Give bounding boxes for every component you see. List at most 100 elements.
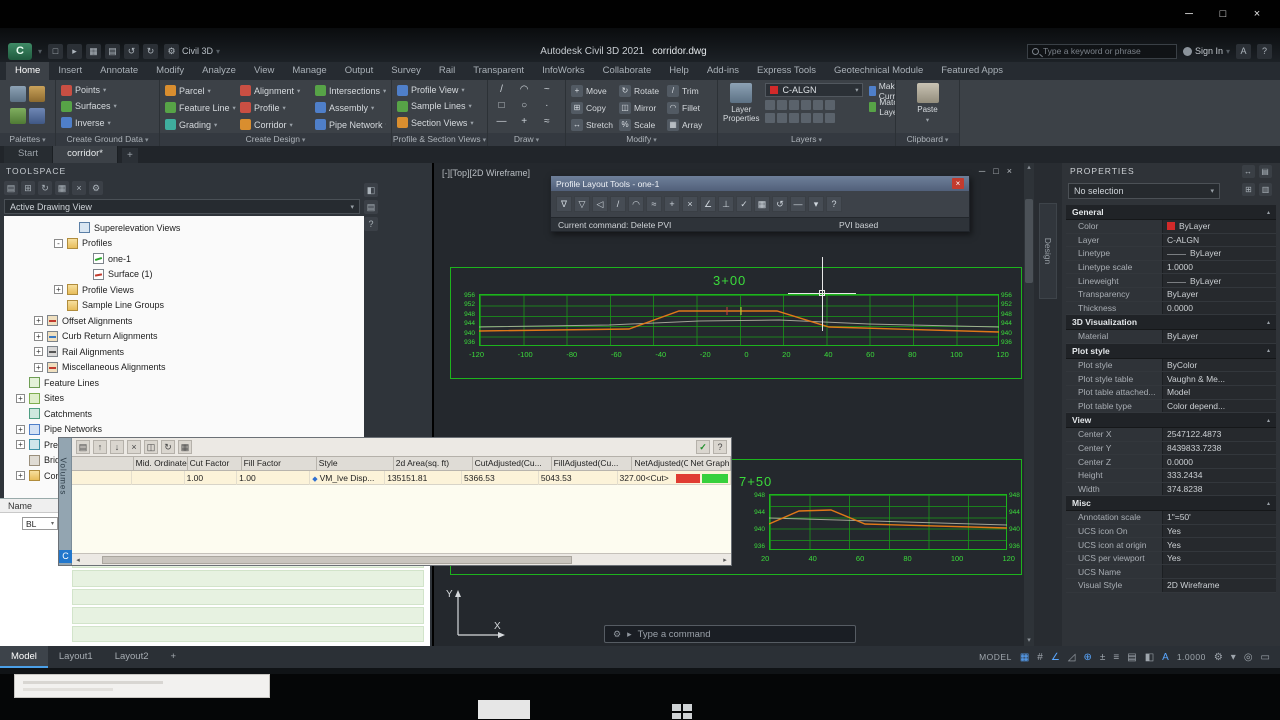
tree-expander[interactable]: +	[16, 471, 25, 481]
draw-tool-icon[interactable]: ◠	[516, 83, 533, 97]
property-row[interactable]: Transparency ByLayer	[1066, 287, 1276, 302]
layout-tool-icon[interactable]: +	[664, 196, 680, 212]
ribbon-button[interactable]: Corridor ▾	[240, 117, 311, 132]
property-row[interactable]: Material ByLayer	[1066, 330, 1276, 344]
table-cell[interactable]	[132, 471, 185, 485]
property-row[interactable]: Center Z 0.0000	[1066, 455, 1276, 469]
property-value[interactable]: Color depend...	[1162, 399, 1276, 413]
viewport-label[interactable]: [-][Top][2D Wireframe]	[442, 168, 530, 178]
ribbon-tab[interactable]: Home	[6, 62, 50, 80]
panorama-toolbar-icon[interactable]: ↻	[161, 440, 175, 454]
property-value[interactable]	[1162, 565, 1276, 579]
property-row[interactable]: Width 374.8238	[1066, 482, 1276, 497]
ribbon-tab[interactable]: Insert	[49, 62, 91, 80]
layer-tool-icon[interactable]	[789, 113, 800, 123]
status-toggle-icon[interactable]: ◿	[1068, 652, 1076, 663]
draw-tool-icon[interactable]: □	[493, 99, 510, 113]
table-column-header[interactable]: CutAdjusted(Cu...	[473, 457, 552, 471]
ribbon-tab[interactable]: Annotate	[91, 62, 147, 80]
panel-label-create-ground-data[interactable]: Create Ground Data	[56, 133, 159, 146]
tree-expander[interactable]: +	[34, 316, 43, 326]
property-value[interactable]: ByLayer	[1162, 247, 1276, 260]
drawing-window-control-icon[interactable]: □	[993, 166, 998, 176]
status-toggle-icon[interactable]: MODEL	[979, 652, 1012, 662]
ribbon-button[interactable]: Sample Lines ▾	[397, 99, 482, 113]
property-value[interactable]: 0.0000	[1162, 301, 1276, 315]
status-toggle-icon[interactable]: ▭	[1261, 652, 1270, 663]
property-row[interactable]: 3D Visualization	[1066, 315, 1276, 331]
layout-tab[interactable]: Layout1	[48, 646, 104, 668]
property-row[interactable]: UCS icon On Yes	[1066, 524, 1276, 539]
layout-tool-icon[interactable]: ∠	[700, 196, 716, 212]
layout-tool-icon[interactable]: ◠	[628, 196, 644, 212]
property-row[interactable]: Lineweight ByLayer	[1066, 274, 1276, 288]
table-column-header[interactable]: Style	[317, 457, 394, 471]
qat-icon[interactable]: ▤	[105, 43, 121, 59]
property-row[interactable]: View	[1066, 413, 1276, 429]
property-row[interactable]: Annotation scale 1"=50'	[1066, 511, 1276, 525]
app-menu-chevron-icon[interactable]: ▾	[38, 47, 42, 56]
tree-expander[interactable]: +	[34, 331, 43, 341]
ribbon-button[interactable]: Assembly ▾	[315, 100, 386, 115]
ribbon-button[interactable]: ↻ Rotate	[619, 83, 664, 98]
table-cell[interactable]: 1.00	[185, 471, 238, 485]
search-input[interactable]: Type a keyword or phrase	[1026, 43, 1177, 59]
panel-label-draw[interactable]: Draw	[488, 133, 565, 146]
property-row[interactable]: UCS per viewport Yes	[1066, 551, 1276, 566]
table-cell[interactable]: 5043.53	[539, 471, 618, 485]
tree-expander[interactable]: +	[16, 393, 25, 403]
panorama-toolbar-icon[interactable]: ◫	[144, 440, 158, 454]
table-column-header[interactable]: Mid. Ordinate...	[134, 457, 188, 471]
ribbon-tab[interactable]: Transparent	[464, 62, 533, 80]
layer-dropdown[interactable]: C-ALGN ▾	[765, 83, 864, 97]
ribbon-button[interactable]: Feature Line ▾	[165, 100, 236, 115]
panorama-toolbar-icon[interactable]: ↓	[110, 440, 124, 454]
drawing-window-control-icon[interactable]: ×	[1007, 166, 1012, 176]
close-icon[interactable]: ×	[952, 178, 964, 189]
ribbon-button[interactable]: + Move	[571, 83, 616, 98]
draw-tool-icon[interactable]: ○	[516, 99, 533, 113]
tree-item[interactable]: + Curb Return Alignments	[4, 329, 364, 345]
ribbon-button[interactable]: ▦ Array	[667, 117, 712, 132]
table-column-header[interactable]: Cut Factor	[188, 457, 242, 471]
ribbon-button[interactable]: Intersections ▾	[315, 83, 386, 98]
table-cell[interactable]: 5366.53	[462, 471, 539, 485]
property-value[interactable]: 2547122.4873	[1162, 428, 1276, 441]
spreadsheet-cell[interactable]: BL ▾	[22, 517, 58, 530]
panel-label-psv[interactable]: Profile & Section Views	[392, 133, 487, 146]
property-value[interactable]: ByLayer	[1162, 287, 1276, 301]
layout-tool-icon[interactable]: ×	[682, 196, 698, 212]
toolspace-toolbar-icon[interactable]: ▤	[4, 181, 18, 195]
table-column-header[interactable]: FillAdjusted(Cu...	[552, 457, 633, 471]
property-value[interactable]: Yes	[1162, 551, 1276, 565]
table-column-header[interactable]: NetAdjusted(Cu...	[632, 457, 688, 471]
scroll-right-icon[interactable]: ▸	[719, 556, 731, 564]
tree-expander[interactable]: -	[54, 238, 63, 248]
close-icon[interactable]: ×	[1240, 2, 1274, 26]
ribbon-button[interactable]: Inverse ▾	[61, 116, 154, 130]
ribbon-button[interactable]: Points ▾	[61, 83, 154, 97]
ribbon-button[interactable]: / Trim	[667, 83, 712, 98]
ribbon-tab[interactable]: Survey	[382, 62, 430, 80]
property-row[interactable]: UCS Name	[1066, 565, 1276, 580]
ribbon-button[interactable]: Alignment ▾	[240, 83, 311, 98]
ribbon-tab[interactable]: Analyze	[193, 62, 245, 80]
drawing-window-control-icon[interactable]: ─	[979, 166, 985, 176]
property-value[interactable]: ByLayer	[1162, 330, 1276, 343]
active-drawing-view-dropdown[interactable]: Active Drawing View ▾	[4, 199, 360, 214]
status-toggle-icon[interactable]: #	[1037, 652, 1043, 663]
panel-label-clipboard[interactable]: Clipboard	[896, 133, 959, 146]
ribbon-tab[interactable]: Manage	[283, 62, 335, 80]
new-tab-button[interactable]: +	[121, 148, 138, 163]
layout-tool-icon[interactable]: ∇	[556, 196, 572, 212]
layer-tool-icon[interactable]	[765, 113, 776, 123]
property-value[interactable]: ByLayer	[1162, 274, 1276, 287]
quick-select-icon[interactable]: ⊞	[1242, 183, 1255, 196]
layout-tool-icon[interactable]: ◁	[592, 196, 608, 212]
property-value[interactable]: C-ALGN	[1162, 233, 1276, 247]
layout-tool-icon[interactable]: /	[610, 196, 626, 212]
property-row[interactable]: Center X 2547122.4873	[1066, 428, 1276, 442]
properties-menu-icon[interactable]: ▤	[1259, 164, 1272, 178]
ribbon-button[interactable]: Profile ▾	[240, 100, 311, 115]
ribbon-button[interactable]: Section Views ▾	[397, 116, 482, 130]
